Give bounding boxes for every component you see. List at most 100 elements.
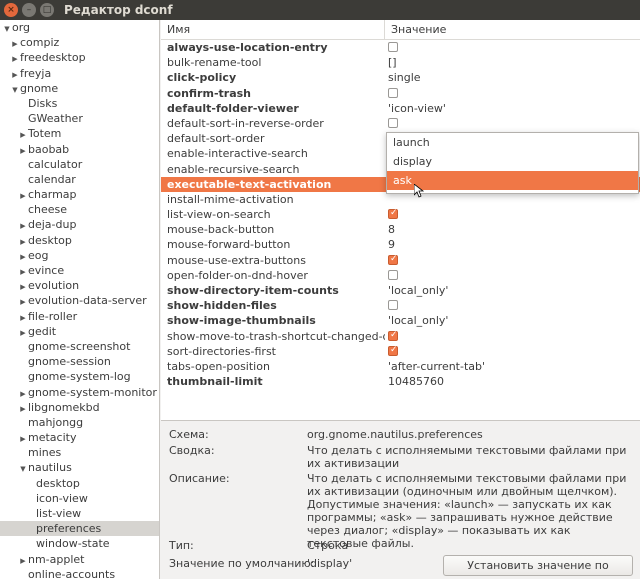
tree-item[interactable]: ▶ gedit bbox=[0, 324, 159, 339]
value-checkbox[interactable] bbox=[388, 253, 398, 265]
value-checkbox[interactable] bbox=[388, 117, 398, 128]
key-value[interactable]: [] bbox=[385, 55, 640, 70]
tree-item[interactable]: ▶ evolution-data-server bbox=[0, 293, 159, 308]
description-row: Описание: Что делать с исполняемыми текс… bbox=[169, 472, 626, 550]
key-name: always-use-location-entry bbox=[167, 41, 328, 54]
type-value: Строка bbox=[307, 539, 349, 552]
key-name: bulk-rename-tool bbox=[167, 56, 262, 70]
tree-item[interactable]: ▶ deja-dup bbox=[0, 217, 159, 232]
tree-item[interactable]: calculator bbox=[0, 157, 159, 172]
table-row[interactable]: install-mime-activation bbox=[161, 192, 640, 207]
tree-item[interactable]: gnome-system-log bbox=[0, 369, 159, 384]
tree-item-label: list-view bbox=[36, 507, 82, 520]
dropdown-option[interactable]: display bbox=[387, 152, 638, 171]
key-name: open-folder-on-dnd-hover bbox=[167, 268, 308, 282]
value-checkbox[interactable] bbox=[388, 329, 398, 341]
key-value[interactable]: 9 bbox=[385, 237, 640, 252]
tree-item[interactable]: list-view bbox=[0, 506, 159, 521]
close-window-button[interactable]: × bbox=[4, 3, 18, 17]
tree-item[interactable]: mines bbox=[0, 445, 159, 460]
table-row[interactable]: click-policy single bbox=[161, 70, 640, 85]
key-value[interactable]: 'icon-view' bbox=[385, 101, 640, 116]
tree-item[interactable]: preferences bbox=[0, 521, 159, 537]
tree-item[interactable]: ▼ org bbox=[0, 20, 159, 35]
key-name: sort-directories-first bbox=[167, 344, 276, 358]
key-name: tabs-open-position bbox=[167, 359, 270, 373]
tree-item[interactable]: cheese bbox=[0, 202, 159, 217]
tree-item[interactable]: ▶ metacity bbox=[0, 430, 159, 445]
tree-item[interactable]: ▶ desktop bbox=[0, 233, 159, 248]
table-row[interactable]: default-sort-in-reverse-order bbox=[161, 116, 640, 131]
table-row[interactable]: tabs-open-position 'after-current-tab' bbox=[161, 359, 640, 374]
tree-item[interactable]: Disks bbox=[0, 96, 159, 111]
value-checkbox[interactable] bbox=[388, 344, 398, 356]
tree-item[interactable]: ▼ gnome bbox=[0, 81, 159, 96]
table-row[interactable]: thumbnail-limit 10485760 bbox=[161, 374, 640, 389]
key-value[interactable]: 'local_only' bbox=[385, 283, 640, 298]
tree-item[interactable]: ▶ freedesktop bbox=[0, 50, 159, 65]
table-row[interactable]: show-image-thumbnails 'local_only' bbox=[161, 313, 640, 328]
tree-item-label: evolution-data-server bbox=[28, 294, 147, 308]
tree-item[interactable]: gnome-screenshot bbox=[0, 339, 159, 354]
tree-item[interactable]: mahjongg bbox=[0, 415, 159, 430]
maximize-window-button[interactable]: □ bbox=[40, 3, 54, 17]
table-row[interactable]: always-use-location-entry bbox=[161, 40, 640, 55]
value-checkbox[interactable] bbox=[388, 300, 398, 311]
value-checkbox[interactable] bbox=[388, 87, 398, 98]
tree-item[interactable]: ▶ file-roller bbox=[0, 309, 159, 324]
column-header-value[interactable]: Значение bbox=[385, 20, 446, 39]
key-value[interactable]: 'local_only' bbox=[385, 313, 640, 328]
key-name: mouse-back-button bbox=[167, 223, 275, 237]
tree-item[interactable]: ▶ compiz bbox=[0, 35, 159, 50]
table-row[interactable]: show-directory-item-counts 'local_only' bbox=[161, 283, 640, 298]
tree-item[interactable]: ▶ gnome-system-monitor bbox=[0, 385, 159, 400]
key-value bbox=[385, 40, 640, 55]
key-value[interactable]: 8 bbox=[385, 222, 640, 237]
dropdown-option[interactable]: ask bbox=[387, 171, 638, 190]
tree-item[interactable]: ▶ baobab bbox=[0, 142, 159, 157]
tree-item[interactable]: GWeather bbox=[0, 111, 159, 126]
tree-item-label: mahjongg bbox=[28, 415, 84, 429]
table-header: Имя Значение bbox=[161, 20, 640, 40]
schema-tree[interactable]: ▼ org ▶ compiz ▶ freedesktop ▶ freyja ▼ gnome Disk… bbox=[0, 20, 160, 579]
tree-item[interactable]: ▼ nautilus bbox=[0, 460, 159, 475]
table-row[interactable]: mouse-use-extra-buttons bbox=[161, 253, 640, 268]
tree-item[interactable]: ▶ nm-applet bbox=[0, 552, 159, 567]
key-value[interactable]: 10485760 bbox=[385, 374, 640, 389]
key-name: executable-text-activation bbox=[167, 177, 332, 191]
column-header-name[interactable]: Имя bbox=[161, 20, 385, 39]
table-row[interactable]: list-view-on-search bbox=[161, 207, 640, 222]
key-value[interactable]: 'after-current-tab' bbox=[385, 359, 640, 374]
tree-item[interactable]: ▶ libgnomekbd bbox=[0, 400, 159, 415]
tree-item[interactable]: ▶ Totem bbox=[0, 126, 159, 141]
table-row[interactable]: mouse-back-button 8 bbox=[161, 222, 640, 237]
tree-item[interactable]: gnome-session bbox=[0, 354, 159, 369]
table-row[interactable]: default-folder-viewer 'icon-view' bbox=[161, 101, 640, 116]
type-row: Тип: Строка bbox=[169, 539, 348, 552]
tree-item[interactable]: ▶ evolution bbox=[0, 278, 159, 293]
table-row[interactable]: mouse-forward-button 9 bbox=[161, 237, 640, 252]
tree-item[interactable]: desktop bbox=[0, 476, 159, 491]
table-row[interactable]: open-folder-on-dnd-hover bbox=[161, 268, 640, 283]
tree-item[interactable]: icon-view bbox=[0, 491, 159, 506]
key-name: install-mime-activation bbox=[167, 192, 294, 206]
table-row[interactable]: confirm-trash bbox=[161, 86, 640, 101]
minimize-window-button[interactable]: – bbox=[22, 3, 36, 17]
tree-item[interactable]: ▶ charmap bbox=[0, 187, 159, 202]
table-row[interactable]: show-move-to-trash-shortcut-changed-dial… bbox=[161, 329, 640, 344]
value-checkbox[interactable] bbox=[388, 269, 398, 280]
value-checkbox[interactable] bbox=[388, 42, 398, 52]
set-default-button[interactable]: Установить значение по умолчанию bbox=[443, 555, 633, 579]
key-value[interactable]: single bbox=[385, 70, 640, 85]
table-row[interactable]: bulk-rename-tool [] bbox=[161, 55, 640, 70]
tree-item[interactable]: online-accounts bbox=[0, 567, 159, 579]
table-row[interactable]: show-hidden-files bbox=[161, 298, 640, 313]
tree-item[interactable]: ▶ evince bbox=[0, 263, 159, 278]
table-row[interactable]: sort-directories-first bbox=[161, 344, 640, 359]
tree-item[interactable]: window-state bbox=[0, 536, 159, 551]
tree-item[interactable]: ▶ eog bbox=[0, 248, 159, 263]
value-checkbox[interactable] bbox=[388, 207, 398, 220]
tree-item[interactable]: ▶ freyja bbox=[0, 66, 159, 81]
tree-item[interactable]: calendar bbox=[0, 172, 159, 187]
dropdown-option[interactable]: launch bbox=[387, 133, 638, 152]
